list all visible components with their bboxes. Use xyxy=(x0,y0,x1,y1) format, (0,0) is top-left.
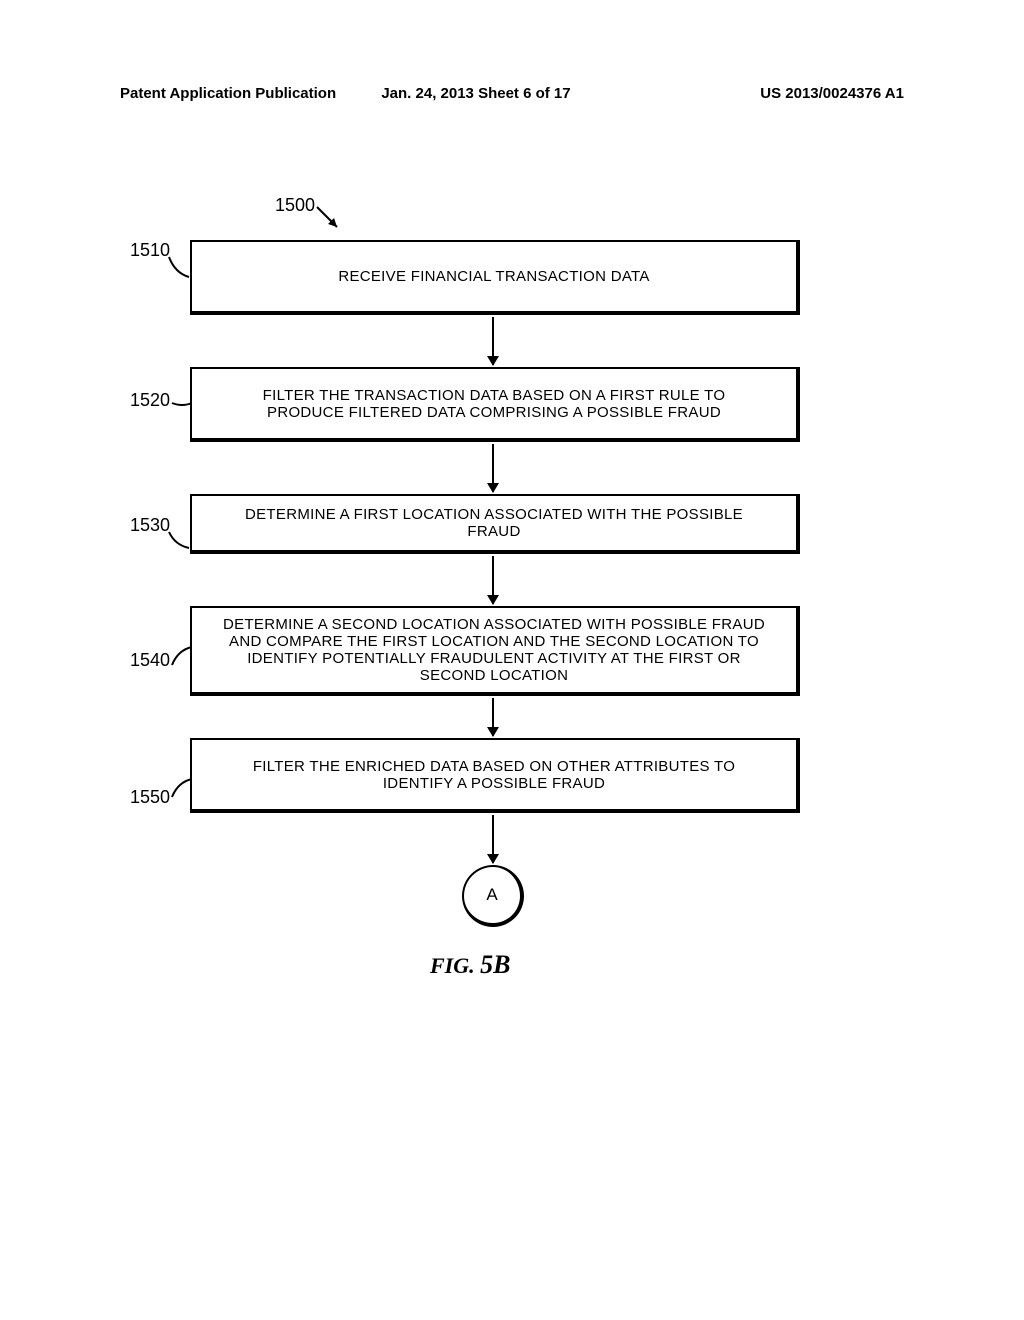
fig-text: FIG. xyxy=(430,953,475,978)
ref-label-1540: 1540 xyxy=(130,650,170,671)
arrow-1550-connector xyxy=(492,815,494,863)
flow-box-1540: DETERMINE A SECOND LOCATION ASSOCIATED W… xyxy=(190,606,800,696)
arrow-1530-1540 xyxy=(492,556,494,604)
flow-box-1550: FILTER THE ENRICHED DATA BASED ON OTHER … xyxy=(190,738,800,813)
leader-line-1500 xyxy=(315,205,345,235)
header-patent-number: US 2013/0024376 A1 xyxy=(643,85,904,102)
flow-box-1530: DETERMINE A FIRST LOCATION ASSOCIATED WI… xyxy=(190,494,800,554)
header-publication: Patent Application Publication xyxy=(120,85,381,102)
page-header: Patent Application Publication Jan. 24, … xyxy=(0,85,1024,102)
ref-label-1530: 1530 xyxy=(130,515,170,536)
flow-box-1510: RECEIVE FINANCIAL TRANSACTION DATA xyxy=(190,240,800,315)
arrow-1510-1520 xyxy=(492,317,494,365)
arrow-1540-1550 xyxy=(492,698,494,736)
flow-box-1520: FILTER THE TRANSACTION DATA BASED ON A F… xyxy=(190,367,800,442)
ref-label-1500: 1500 xyxy=(275,195,315,216)
flow-box-text: DETERMINE A FIRST LOCATION ASSOCIATED WI… xyxy=(222,506,766,540)
ref-label-1520: 1520 xyxy=(130,390,170,411)
fig-number: 5B xyxy=(480,950,510,979)
connector-label: A xyxy=(486,885,497,905)
arrow-1520-1530 xyxy=(492,444,494,492)
flow-box-text: FILTER THE TRANSACTION DATA BASED ON A F… xyxy=(222,387,766,421)
connector-a: A xyxy=(462,865,524,927)
ref-label-1510: 1510 xyxy=(130,240,170,261)
ref-label-1550: 1550 xyxy=(130,787,170,808)
flow-box-text: FILTER THE ENRICHED DATA BASED ON OTHER … xyxy=(222,758,766,792)
flow-box-text: RECEIVE FINANCIAL TRANSACTION DATA xyxy=(338,268,649,285)
flow-box-text: DETERMINE A SECOND LOCATION ASSOCIATED W… xyxy=(222,616,766,684)
header-sheet-info: Jan. 24, 2013 Sheet 6 of 17 xyxy=(381,85,642,102)
figure-label: FIG. 5B xyxy=(430,950,510,980)
